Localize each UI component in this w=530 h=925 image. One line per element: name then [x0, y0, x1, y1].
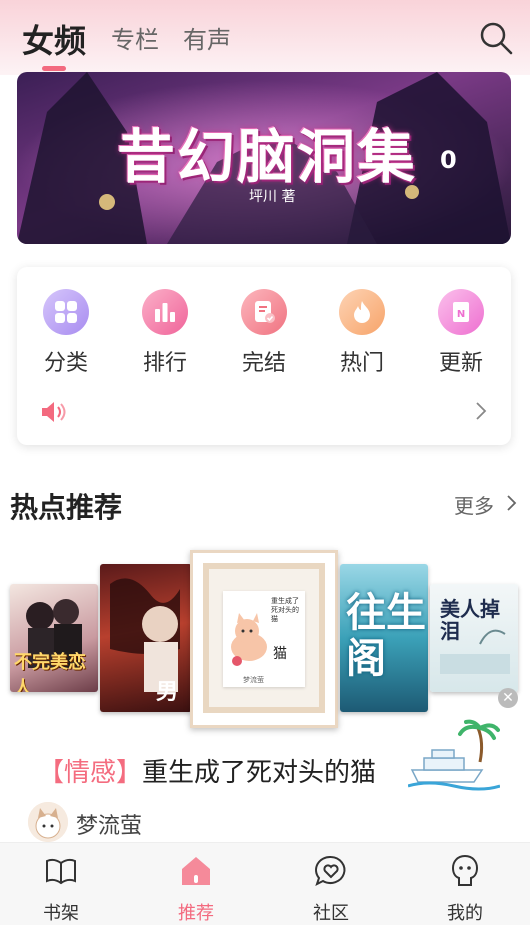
book-cover-inner: 重生成了死对头的猫 猫 梦流萤 — [223, 591, 305, 687]
nav-hot[interactable]: 热门 — [317, 289, 407, 377]
more-link[interactable]: 更多 — [454, 490, 494, 519]
chat-heart-icon — [315, 855, 346, 886]
book-cover[interactable]: 往生阁 — [340, 564, 428, 712]
book-cover-featured[interactable]: 重生成了死对头的猫 猫 梦流萤 — [190, 550, 338, 728]
book-cover-art — [110, 578, 180, 692]
bar-chart-icon — [142, 289, 188, 335]
face-icon — [451, 854, 479, 886]
bottom-nav-label: 推荐 — [178, 903, 214, 924]
bottom-nav: 书架 推荐 社区 我的 — [0, 842, 530, 925]
bottom-nav-community[interactable]: 社区 — [286, 853, 376, 925]
section-title: 热点推荐 — [10, 491, 123, 524]
quick-nav-card: 分类 排行 完结 热门 N 更新 — [17, 267, 511, 445]
book-genre: 【情感】 — [38, 758, 143, 788]
chevron-right-icon[interactable] — [506, 494, 518, 512]
tab-audio[interactable]: 有声 — [183, 20, 231, 55]
cover-small-title: 重生成了死对头的猫 — [271, 597, 299, 623]
book-title: 重生成了死对头的猫 — [142, 758, 377, 788]
bottom-nav-mine[interactable]: 我的 — [420, 853, 510, 925]
bottom-nav-label: 社区 — [313, 903, 349, 924]
cat-avatar-icon — [28, 802, 68, 842]
bottom-nav-label: 我的 — [447, 903, 483, 924]
book-frame: 重生成了死对头的猫 猫 梦流萤 — [203, 563, 325, 713]
flame-icon — [339, 289, 385, 335]
book-cover-title: 美人掉泪 — [440, 597, 500, 643]
nav-update-label: 更新 — [438, 351, 483, 376]
promo-banner[interactable]: 昔幻脑洞集 0 坪川 著 — [17, 72, 511, 244]
book-cover-title: 不完美恋人 — [14, 652, 86, 692]
yacht-illustration — [408, 719, 500, 791]
nav-ranking-label: 排行 — [142, 351, 187, 376]
banner-title: 昔幻脑洞集 — [117, 123, 418, 191]
speaker-icon[interactable] — [39, 397, 69, 427]
bottom-nav-bookshelf[interactable]: 书架 — [16, 853, 106, 925]
close-icon[interactable]: ✕ — [498, 688, 518, 708]
search-icon[interactable] — [478, 20, 514, 56]
nav-category[interactable]: 分类 — [21, 289, 111, 377]
tab-female[interactable]: 女频 — [22, 16, 86, 62]
book-open-icon — [46, 858, 76, 885]
book-cover-title: 猫 — [273, 646, 287, 662]
grid-icon — [43, 289, 89, 335]
active-tab-indicator — [42, 66, 66, 71]
author-name[interactable]: 梦流萤 — [76, 808, 142, 840]
avatar[interactable] — [28, 802, 68, 842]
book-cover[interactable]: 男 — [100, 564, 192, 712]
book-cover[interactable]: 不完美恋人 — [10, 584, 98, 692]
nav-completed[interactable]: 完结 — [219, 289, 309, 377]
book-cover-title: 往生阁 — [346, 589, 426, 682]
nav-hot-label: 热门 — [339, 351, 384, 376]
home-icon — [182, 857, 210, 885]
nav-completed-label: 完结 — [241, 351, 286, 376]
top-header: 女频 专栏 有声 — [0, 0, 530, 75]
banner-author: 坪川 著 — [249, 189, 296, 205]
book-cover-title: 男 — [156, 679, 179, 705]
tab-column[interactable]: 专栏 — [111, 20, 159, 55]
svg-text:N: N — [457, 309, 465, 320]
banner-suffix: 0 — [440, 146, 457, 174]
cover-author: 梦流萤 — [243, 676, 264, 684]
bottom-nav-recommend[interactable]: 推荐 — [151, 853, 241, 925]
nav-ranking[interactable]: 排行 — [120, 289, 210, 377]
bottom-nav-label: 书架 — [43, 903, 79, 924]
nav-update[interactable]: N 更新 — [416, 289, 506, 377]
book-n-icon: N — [438, 289, 484, 335]
doc-check-icon — [241, 289, 287, 335]
featured-book-title-row[interactable]: 【情感】重生成了死对头的猫 — [38, 752, 376, 789]
book-cover[interactable]: 美人掉泪 — [430, 584, 518, 692]
nav-category-label: 分类 — [43, 351, 88, 376]
chevron-right-icon[interactable] — [474, 401, 488, 421]
